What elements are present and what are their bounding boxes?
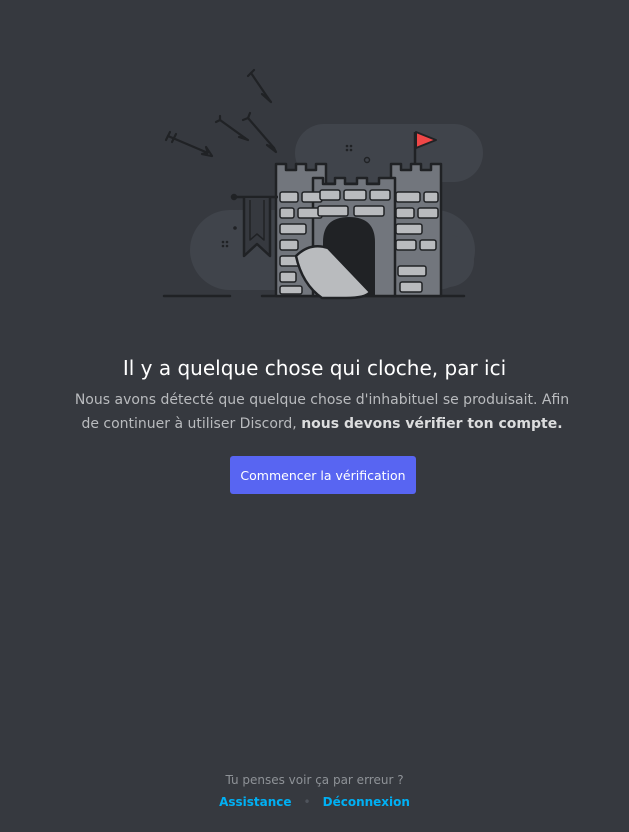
- logout-link[interactable]: Déconnexion: [323, 795, 410, 809]
- footer-question: Tu penses voir ça par erreur ?: [225, 773, 404, 787]
- footer-separator: •: [303, 795, 311, 809]
- castle-illustration: [162, 68, 483, 300]
- assistance-link[interactable]: Assistance: [219, 795, 291, 809]
- start-verification-button[interactable]: Commencer la vérification: [230, 456, 416, 494]
- footer: Tu penses voir ça par erreur ? Assistanc…: [0, 770, 629, 812]
- page-title: Il y a quelque chose qui cloche, par ici: [122, 356, 507, 380]
- description: Nous avons détecté que quelque chose d'i…: [72, 388, 572, 436]
- arrows: [164, 68, 278, 158]
- footer-links: Assistance • Déconnexion: [0, 792, 629, 812]
- verification-page: Il y a quelque chose qui cloche, par ici…: [0, 0, 629, 832]
- description-bold: nous devons vérifier ton compte.: [301, 416, 563, 432]
